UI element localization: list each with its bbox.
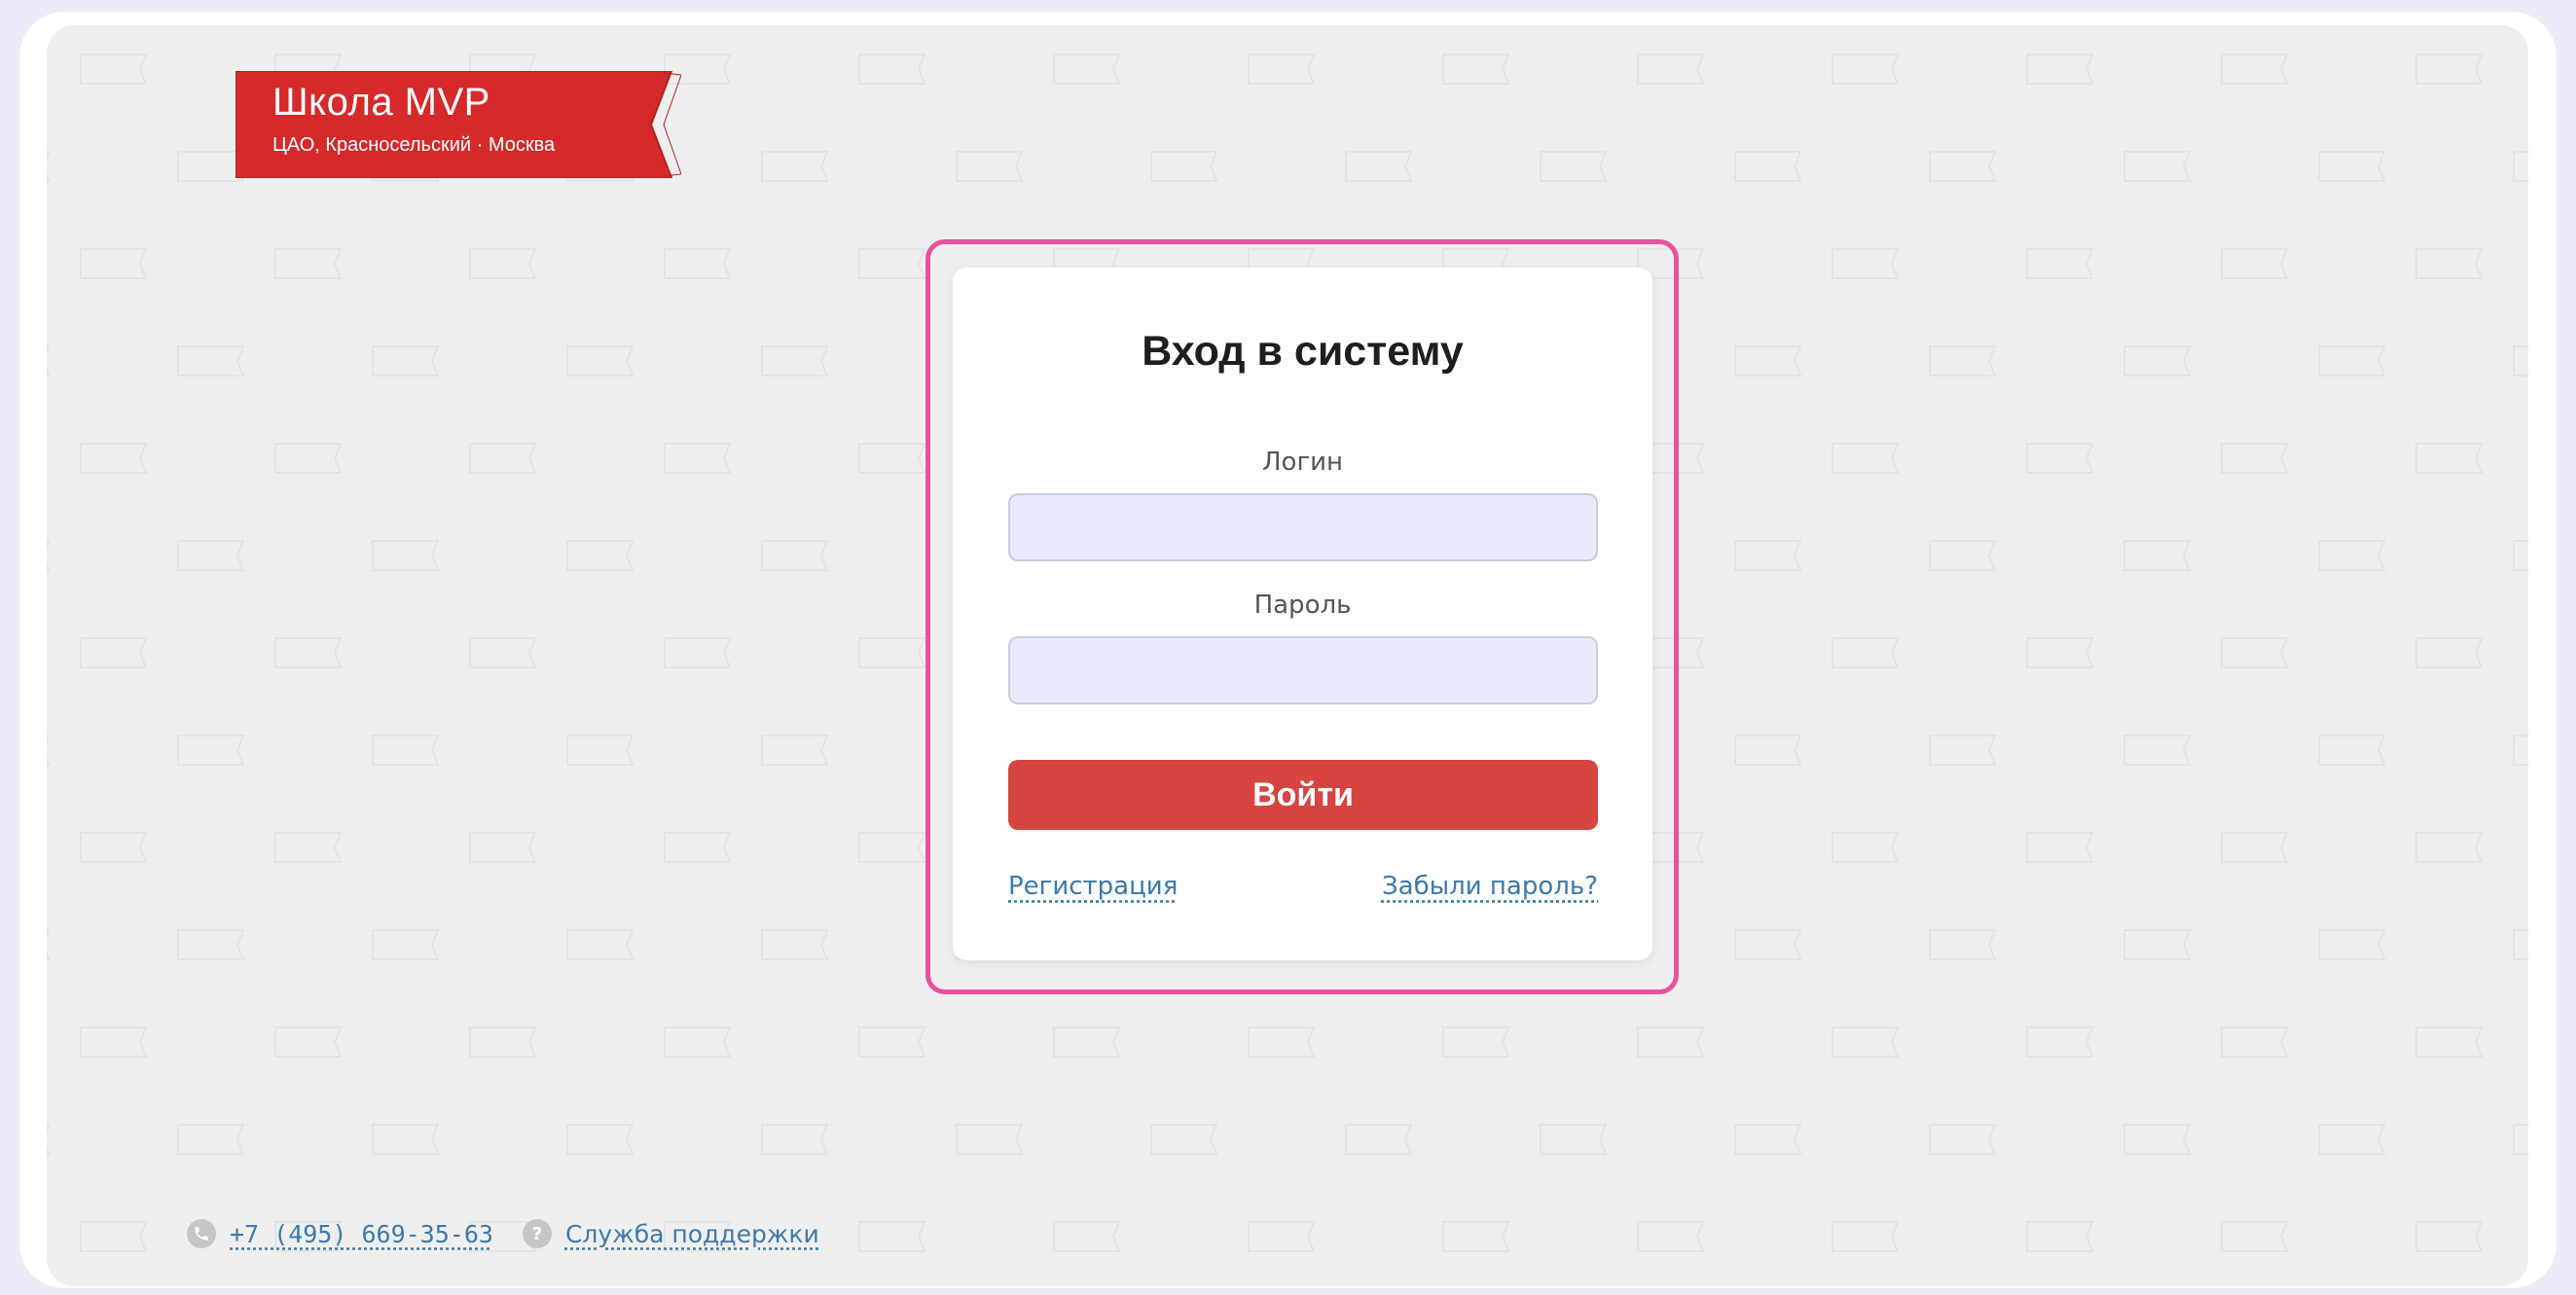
- logo-subtitle: ЦАО, Красносельский · Москва: [272, 134, 556, 156]
- logo-title: Школа MVP: [272, 81, 490, 124]
- register-link[interactable]: Регистрация: [1008, 872, 1178, 901]
- forgot-password-link[interactable]: Забыли пароль?: [1382, 872, 1598, 901]
- login-title: Вход в систему: [1142, 328, 1464, 375]
- help-icon: ?: [522, 1219, 552, 1248]
- password-label: Пароль: [1253, 591, 1352, 620]
- school-logo[interactable]: Школа MVP ЦАО, Красносельский · Москва: [236, 71, 681, 178]
- phone-icon: [187, 1219, 216, 1248]
- login-card: Вход в систему Логин Пароль Войти Регист…: [953, 268, 1652, 960]
- login-label: Логин: [1261, 448, 1343, 477]
- login-button[interactable]: Войти: [1008, 760, 1598, 830]
- support-link[interactable]: Служба поддержки: [565, 1220, 819, 1248]
- phone-link[interactable]: +7 (495) 669-35-63: [230, 1220, 493, 1248]
- footer: +7 (495) 669-35-63 ? Служба поддержки: [187, 1216, 819, 1251]
- login-input[interactable]: [1008, 493, 1598, 561]
- password-input[interactable]: [1008, 636, 1598, 704]
